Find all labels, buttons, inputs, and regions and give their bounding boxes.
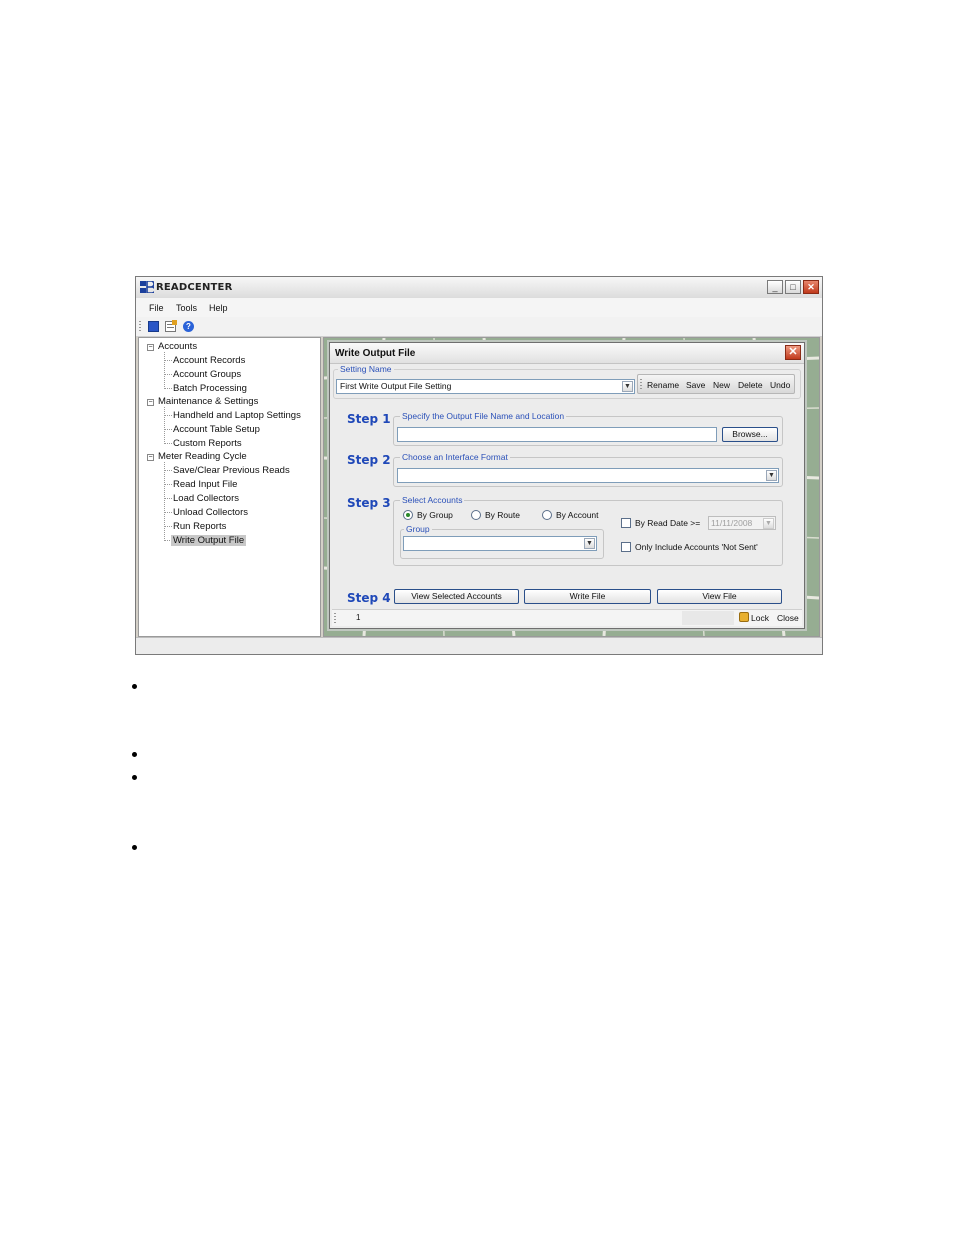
tree-item-write-output-file[interactable]: Write Output File: [171, 535, 247, 546]
tree-item-account-groups[interactable]: Account Groups: [173, 369, 241, 380]
menu-tools[interactable]: Tools: [176, 303, 197, 313]
stop-icon[interactable]: [148, 321, 159, 332]
rename-button[interactable]: Rename: [647, 380, 679, 390]
app-status-bar: [136, 637, 822, 654]
undo-button[interactable]: Undo: [770, 380, 790, 390]
report-icon[interactable]: [165, 320, 177, 332]
setting-command-bar: Rename Save New Delete Undo: [637, 374, 795, 394]
step-1-legend: Specify the Output File Name and Locatio…: [400, 411, 567, 421]
menu-file[interactable]: File: [149, 303, 164, 313]
interface-format-select[interactable]: ▼: [397, 468, 779, 483]
lock-icon: [739, 612, 749, 622]
save-button[interactable]: Save: [686, 380, 705, 390]
tree-item-run-reports[interactable]: Run Reports: [173, 521, 226, 532]
chevron-down-icon[interactable]: ▼: [622, 381, 633, 392]
setting-name-value: First Write Output File Setting: [340, 381, 452, 391]
step-3-legend: Select Accounts: [400, 495, 465, 505]
toolbar: ?: [136, 317, 822, 337]
write-file-button[interactable]: Write File: [524, 589, 651, 604]
read-date-value: 11/11/2008: [711, 518, 753, 528]
close-button[interactable]: Close: [777, 613, 799, 623]
browse-button[interactable]: Browse...: [722, 427, 778, 442]
title-bar[interactable]: READCENTER _ □ ✕: [136, 277, 822, 299]
write-output-file-dialog: Write Output File ✕ Setting Name First W…: [329, 342, 805, 629]
collapse-accounts-icon[interactable]: −: [147, 344, 154, 351]
tree-item-account-table-setup[interactable]: Account Table Setup: [173, 424, 260, 435]
toolbar-grip[interactable]: [139, 321, 141, 332]
help-icon[interactable]: ?: [183, 321, 194, 332]
step-4-label: Step 4: [347, 591, 391, 605]
view-file-button[interactable]: View File: [657, 589, 782, 604]
chevron-down-icon: ▼: [763, 518, 774, 529]
tree-item-unload-collectors[interactable]: Unload Collectors: [173, 507, 248, 518]
tree-item-account-records[interactable]: Account Records: [173, 355, 245, 366]
not-sent-checkbox[interactable]: [621, 542, 631, 552]
dialog-status-bar: 1 Lock Close: [332, 609, 802, 626]
step-2-legend: Choose an Interface Format: [400, 452, 510, 462]
chevron-down-icon[interactable]: ▼: [584, 538, 595, 549]
tree-item-handheld-settings[interactable]: Handheld and Laptop Settings: [173, 410, 301, 421]
lock-button[interactable]: Lock: [751, 613, 769, 623]
group-select[interactable]: ▼: [403, 536, 597, 551]
readcenter-logo-icon: [140, 281, 154, 293]
dialog-close-icon[interactable]: ✕: [785, 345, 801, 360]
bullet-point: [132, 684, 137, 689]
by-route-radio[interactable]: [471, 510, 481, 520]
tree-node-meter-reading-cycle[interactable]: Meter Reading Cycle: [158, 451, 247, 462]
navigation-tree: − Accounts Account Records Account Group…: [138, 337, 321, 637]
minimize-button[interactable]: _: [767, 280, 783, 294]
setting-name-select[interactable]: First Write Output File Setting ▼: [336, 379, 635, 394]
by-read-date-checkbox[interactable]: [621, 518, 631, 528]
maximize-button[interactable]: □: [785, 280, 801, 294]
view-selected-accounts-button[interactable]: View Selected Accounts: [394, 589, 519, 604]
tree-item-batch-processing[interactable]: Batch Processing: [173, 383, 247, 394]
page-number: 1: [356, 613, 361, 622]
tree-node-accounts[interactable]: Accounts: [158, 341, 197, 352]
bullet-point: [132, 845, 137, 850]
bullet-point: [132, 752, 137, 757]
close-window-button[interactable]: ✕: [803, 280, 819, 294]
menu-bar: File Tools Help: [136, 298, 822, 318]
bullet-point: [132, 775, 137, 780]
dialog-title: Write Output File: [335, 348, 416, 359]
status-grip[interactable]: [334, 613, 336, 624]
collapse-maintenance-icon[interactable]: −: [147, 399, 154, 406]
setting-name-legend: Setting Name: [338, 364, 394, 374]
tree-item-save-clear-reads[interactable]: Save/Clear Previous Reads: [173, 465, 290, 476]
group-legend: Group: [404, 524, 432, 534]
tree-item-custom-reports[interactable]: Custom Reports: [173, 438, 242, 449]
read-date-picker: 11/11/2008 ▼: [708, 516, 776, 530]
by-read-date-label: By Read Date >=: [635, 518, 701, 528]
not-sent-label: Only Include Accounts 'Not Sent': [635, 542, 758, 552]
chevron-down-icon[interactable]: ▼: [766, 470, 777, 481]
tree-node-maintenance[interactable]: Maintenance & Settings: [158, 396, 258, 407]
step-3-label: Step 3: [347, 496, 391, 510]
command-bar-grip[interactable]: [640, 379, 642, 390]
by-group-label: By Group: [417, 510, 453, 520]
by-account-label: By Account: [556, 510, 599, 520]
collapse-cycle-icon[interactable]: −: [147, 454, 154, 461]
by-route-label: By Route: [485, 510, 520, 520]
by-account-radio[interactable]: [542, 510, 552, 520]
tree-item-read-input-file[interactable]: Read Input File: [173, 479, 237, 490]
tree-item-load-collectors[interactable]: Load Collectors: [173, 493, 239, 504]
menu-help[interactable]: Help: [209, 303, 228, 313]
step-1-label: Step 1: [347, 412, 391, 426]
delete-button[interactable]: Delete: [738, 380, 763, 390]
output-file-path-input[interactable]: [397, 427, 717, 442]
new-button[interactable]: New: [713, 380, 730, 390]
by-group-radio[interactable]: [403, 510, 413, 520]
step-2-label: Step 2: [347, 453, 391, 467]
dialog-title-bar[interactable]: Write Output File ✕: [330, 343, 804, 364]
app-title: READCENTER: [156, 282, 233, 293]
